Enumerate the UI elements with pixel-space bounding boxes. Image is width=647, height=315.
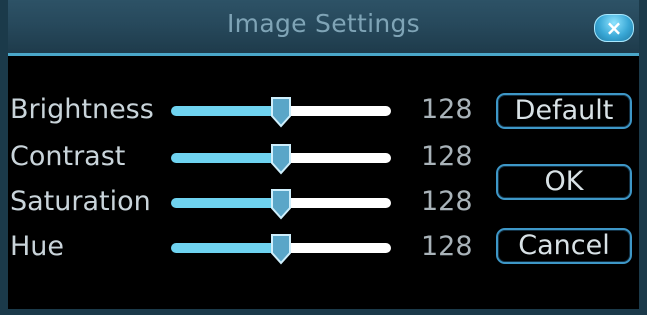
saturation-label: Saturation <box>10 186 151 217</box>
saturation-value: 128 <box>421 186 473 217</box>
close-button[interactable]: × <box>594 14 634 42</box>
ok-button[interactable]: OK <box>496 164 632 200</box>
dialog-title: Image Settings <box>227 9 420 38</box>
slider-fill <box>171 243 281 253</box>
contrast-value: 128 <box>421 141 473 172</box>
contrast-label: Contrast <box>10 141 126 172</box>
brightness-slider[interactable] <box>171 97 391 128</box>
hue-label: Hue <box>10 231 65 262</box>
title-bar[interactable]: Image Settings × <box>8 0 639 56</box>
cancel-button[interactable]: Cancel <box>496 228 632 264</box>
slider-fill <box>171 198 281 208</box>
default-button[interactable]: Default <box>496 93 632 129</box>
brightness-value: 128 <box>421 94 473 125</box>
close-icon: × <box>605 16 623 40</box>
slider-track <box>281 106 391 116</box>
hue-slider[interactable] <box>171 234 391 265</box>
slider-fill <box>171 153 281 163</box>
slider-thumb[interactable] <box>270 143 292 175</box>
slider-fill <box>171 106 281 116</box>
brightness-label: Brightness <box>10 94 154 125</box>
saturation-slider[interactable] <box>171 189 391 220</box>
slider-track <box>281 153 391 163</box>
slider-track <box>281 198 391 208</box>
slider-thumb[interactable] <box>270 96 292 128</box>
slider-track <box>281 243 391 253</box>
slider-thumb[interactable] <box>270 233 292 265</box>
image-settings-dialog: Image Settings × Brightness 128 Contrast… <box>0 0 647 315</box>
contrast-slider[interactable] <box>171 144 391 175</box>
slider-thumb[interactable] <box>270 188 292 220</box>
hue-value: 128 <box>421 231 473 262</box>
